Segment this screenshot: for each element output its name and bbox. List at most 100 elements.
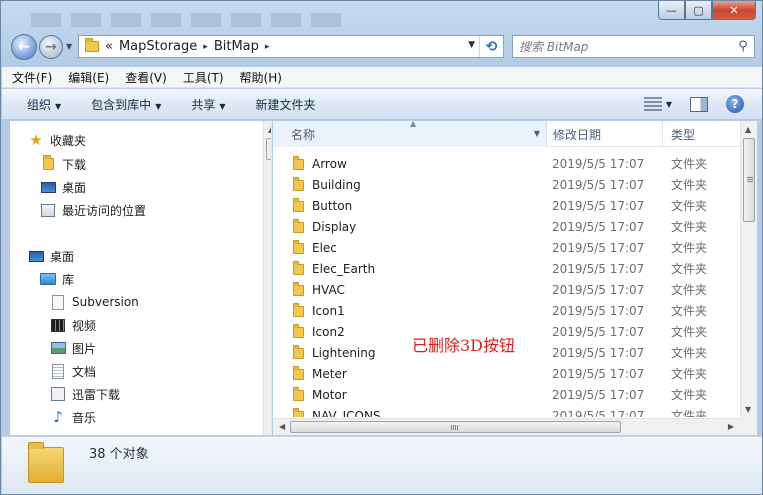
nav-xunlei-downloads[interactable]: 迅雷下载 (50, 383, 120, 405)
scroll-down-icon[interactable]: ▼ (745, 405, 751, 414)
share-button[interactable]: 共享 ▼ (191, 96, 225, 113)
search-box: ⚲ (512, 35, 755, 58)
table-row[interactable]: Meter 2019/5/5 17:07 文件夹 (273, 363, 740, 384)
scrollbar-corner (740, 418, 757, 435)
file-name: Icon2 (312, 324, 345, 339)
folder-icon (293, 261, 304, 275)
table-row[interactable]: NAV_ICONS 2019/5/5 17:07 文件夹 (273, 405, 740, 417)
chevron-down-icon[interactable]: ▼ (534, 129, 540, 138)
nav-documents[interactable]: 文档 (50, 360, 96, 382)
table-row[interactable]: Button 2019/5/5 17:07 文件夹 (273, 195, 740, 216)
file-date-modified: 2019/5/5 17:07 (552, 324, 645, 339)
preview-pane-icon[interactable] (690, 96, 708, 112)
music-note-icon: ♪ (53, 408, 63, 426)
recent-pages-dropdown[interactable]: ▼ (66, 42, 72, 51)
menu-view[interactable]: 查看(V) (125, 69, 167, 86)
horizontal-scrollbar[interactable]: ◀ ▶ (273, 418, 740, 435)
nav-recent-places[interactable]: 最近访问的位置 (40, 199, 146, 221)
nav-downloads[interactable]: 下载 (40, 153, 86, 175)
file-date-modified: 2019/5/5 17:07 (552, 156, 645, 171)
file-name: Icon1 (312, 303, 345, 318)
back-button[interactable]: ← (11, 34, 37, 60)
folder-icon (28, 442, 64, 483)
scroll-up-icon[interactable]: ▲ (268, 125, 271, 134)
navigation-pane: ★ 收藏夹 下载 桌面 最近访问的位置 桌面 库 Subversion 视频 图… (10, 121, 272, 435)
breadcrumb-bitmap[interactable]: BitMap (214, 39, 259, 54)
table-row[interactable]: Elec 2019/5/5 17:07 文件夹 (273, 237, 740, 258)
include-in-library-label: 包含到库中 (91, 97, 152, 112)
views-dropdown[interactable]: ▼ (666, 100, 672, 109)
breadcrumb-mapstorage[interactable]: MapStorage (119, 39, 197, 54)
help-icon[interactable]: ? (726, 95, 744, 113)
column-label: 类型 (671, 127, 696, 142)
table-row[interactable]: Building 2019/5/5 17:07 文件夹 (273, 174, 740, 195)
vertical-scrollbar[interactable]: ▲ ▼ (740, 121, 757, 418)
nav-label: 库 (62, 272, 75, 287)
nav-desktop-root[interactable]: 桌面 (28, 245, 74, 267)
nav-favorites[interactable]: ★ 收藏夹 (28, 129, 86, 151)
folder-icon (293, 303, 304, 317)
table-row[interactable]: Display 2019/5/5 17:07 文件夹 (273, 216, 740, 237)
nav-scrollbar[interactable]: ▲ (263, 121, 271, 435)
nav-libraries[interactable]: 库 (40, 268, 74, 290)
scrollbar-thumb[interactable] (266, 138, 271, 160)
table-row[interactable]: Motor 2019/5/5 17:07 文件夹 (273, 384, 740, 405)
details-pane: 38 个对象 (2, 436, 762, 494)
file-type: 文件夹 (671, 346, 708, 360)
search-input[interactable] (519, 39, 732, 54)
nav-pictures[interactable]: 图片 (50, 337, 96, 359)
new-folder-button[interactable]: 新建文件夹 (256, 96, 316, 113)
column-type[interactable]: 类型 (663, 121, 740, 147)
menu-file[interactable]: 文件(F) (12, 69, 52, 86)
breadcrumb-separator[interactable]: ▸ (203, 42, 208, 52)
breadcrumb-overflow[interactable]: « (105, 39, 113, 54)
column-label: 名称 (291, 127, 316, 142)
file-name: NAV_ICONS (312, 408, 381, 418)
table-row[interactable]: HVAC 2019/5/5 17:07 文件夹 (273, 279, 740, 300)
scroll-up-icon[interactable]: ▲ (745, 125, 751, 134)
menu-edit[interactable]: 编辑(E) (68, 69, 109, 86)
picture-icon (50, 341, 66, 355)
table-row[interactable]: Icon1 2019/5/5 17:07 文件夹 (273, 300, 740, 321)
folder-icon (293, 345, 304, 359)
scrollbar-thumb[interactable] (743, 138, 755, 222)
nav-desktop[interactable]: 桌面 (40, 176, 86, 198)
column-name[interactable]: ▲ 名称 ▼ (273, 119, 547, 147)
nav-videos[interactable]: 视频 (50, 314, 96, 336)
maximize-button[interactable]: ▢ (685, 1, 712, 20)
scroll-right-icon[interactable]: ▶ (728, 422, 734, 431)
nav-label: 迅雷下载 (72, 387, 121, 402)
nav-subversion[interactable]: Subversion (50, 291, 139, 313)
minimize-button[interactable]: — (658, 1, 685, 20)
organize-button[interactable]: 组织 ▼ (27, 96, 61, 113)
item-count: 38 个对象 (89, 447, 149, 462)
scrollbar-thumb[interactable] (290, 421, 621, 433)
search-icon[interactable]: ⚲ (732, 39, 754, 54)
menu-help[interactable]: 帮助(H) (240, 69, 282, 86)
menu-tools[interactable]: 工具(T) (183, 69, 224, 86)
file-name: Elec (312, 240, 337, 255)
include-in-library-button[interactable]: 包含到库中 ▼ (91, 96, 161, 113)
address-bar[interactable]: « MapStorage ▸ BitMap ▸ ▼ ⟲ (78, 35, 504, 58)
breadcrumb-separator[interactable]: ▸ (265, 42, 270, 52)
file-type: 文件夹 (671, 325, 708, 339)
grip-icon (451, 425, 459, 430)
nav-music[interactable]: ♪ 音乐 (50, 406, 96, 428)
file-name: Meter (312, 366, 347, 381)
table-row[interactable]: Elec_Earth 2019/5/5 17:07 文件夹 (273, 258, 740, 279)
refresh-icon[interactable]: ⟲ (479, 36, 503, 57)
nav-label: 最近访问的位置 (62, 203, 147, 218)
column-date-modified[interactable]: 修改日期 (547, 121, 663, 147)
download-icon (50, 387, 66, 401)
scroll-left-icon[interactable]: ◀ (279, 422, 285, 431)
close-button[interactable]: ✕ (712, 1, 756, 20)
views-icon[interactable] (643, 97, 662, 111)
table-row[interactable]: Arrow 2019/5/5 17:07 文件夹 (273, 153, 740, 174)
forward-button[interactable]: → (39, 35, 63, 59)
address-dropdown[interactable]: ▼ (468, 40, 475, 50)
nav-label: 音乐 (72, 410, 97, 425)
title-bar[interactable]: — ▢ ✕ (1, 1, 762, 31)
nav-label: Subversion (72, 295, 139, 309)
file-type: 文件夹 (671, 367, 708, 381)
file-type: 文件夹 (671, 409, 708, 417)
